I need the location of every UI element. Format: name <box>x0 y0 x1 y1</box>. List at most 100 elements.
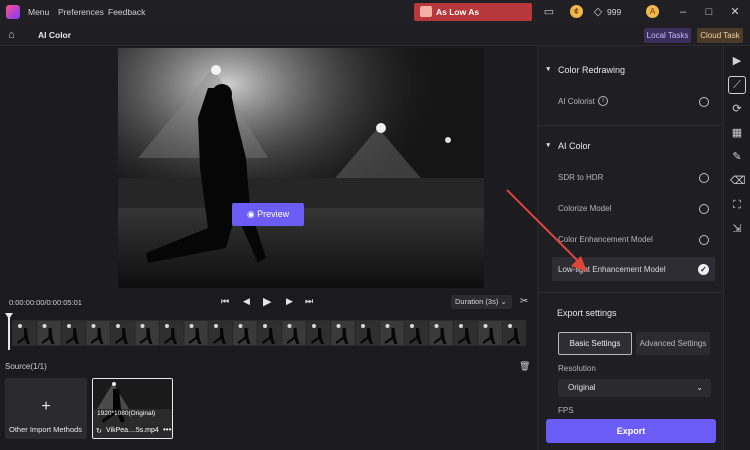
annotation-arrow <box>506 189 587 272</box>
check-icon[interactable]: ✓ <box>698 264 709 275</box>
plus-icon: + <box>41 398 51 415</box>
film-frame-light <box>410 324 414 328</box>
preview-button[interactable]: ◉ Preview <box>232 203 304 226</box>
next-frame-icon[interactable]: ▶ <box>286 296 293 307</box>
chevron-down-icon: ⌄ <box>696 383 703 392</box>
more-icon[interactable]: ••• <box>163 425 171 434</box>
eye-icon: ◉ <box>246 209 258 219</box>
skip-start-icon[interactable]: ⏮ <box>221 296 229 307</box>
resolution-value: Original <box>568 383 596 392</box>
app-logo <box>6 5 20 19</box>
divider <box>538 292 724 293</box>
minimize-icon[interactable]: – <box>677 6 689 18</box>
caret-down-icon[interactable]: ▼ <box>545 142 551 149</box>
export-button[interactable]: Export <box>546 419 716 443</box>
film-frame-light <box>336 324 341 328</box>
film-frame-light <box>263 324 267 328</box>
crop-tool-icon[interactable]: ⛶ <box>730 198 744 212</box>
film-frame-light <box>385 324 390 328</box>
film-frame-light <box>42 324 47 328</box>
menu-item-preferences[interactable]: Preferences <box>58 7 104 17</box>
export-settings-title: Export settings <box>557 308 617 318</box>
refresh-tool-icon[interactable]: ⟳ <box>730 102 744 116</box>
film-frame-light <box>434 324 439 328</box>
export-tool-icon[interactable]: ⇲ <box>730 222 744 236</box>
close-icon[interactable]: ✕ <box>729 6 741 18</box>
promo-banner[interactable]: As Low As $0.031/Credit <box>414 3 532 35</box>
resolution-select[interactable]: Original ⌄ <box>558 379 711 397</box>
import-label: Other Import Methods <box>9 425 82 434</box>
film-frame-light <box>238 324 243 328</box>
caret-down-icon[interactable]: ▼ <box>545 66 551 73</box>
scissors-icon[interactable]: ✂ <box>520 296 528 307</box>
section-ai-color[interactable]: AI Color <box>558 141 591 151</box>
fps-label: FPS <box>558 406 574 415</box>
cloud-task-button[interactable]: Cloud Task <box>697 28 743 43</box>
film-frame-light <box>165 324 169 328</box>
film-frame-light <box>18 324 22 328</box>
film-frame-light <box>91 324 96 328</box>
info-icon[interactable]: i <box>598 96 608 106</box>
film-frame-light <box>140 324 145 328</box>
resolution-label: Resolution <box>558 364 596 373</box>
tab-advanced-settings[interactable]: Advanced Settings <box>636 332 710 355</box>
timecode: 0:00:00:00/0:00:05:01 <box>9 298 82 307</box>
tab-basic-settings[interactable]: Basic Settings <box>558 332 632 355</box>
avatar[interactable]: A <box>646 5 659 18</box>
radio-sdr-to-hdr[interactable] <box>699 173 709 183</box>
tool-sidebar: ▶ ⟋ ⟳ ▦ ✎ ⌫ ⛶ ⇲ <box>723 46 750 450</box>
color-tool-icon[interactable]: ⟋ <box>730 78 744 92</box>
duration-value: Duration (3s) <box>455 297 499 306</box>
film-frame-light <box>508 324 512 328</box>
maximize-icon[interactable]: □ <box>703 6 715 18</box>
playhead-handle[interactable] <box>5 313 13 319</box>
film-frame-light <box>67 324 71 328</box>
home-icon[interactable]: ⌂ <box>8 29 20 41</box>
local-tasks-button[interactable]: Local Tasks <box>644 28 691 43</box>
playhead[interactable] <box>8 314 10 350</box>
gem-count: 999 <box>607 7 622 17</box>
section-color-redrawing[interactable]: Color Redrawing <box>558 65 625 75</box>
skip-end-icon[interactable]: ⏭ <box>305 296 313 307</box>
menu-item-feedback[interactable]: Feedback <box>108 7 145 17</box>
source-label: Source(1/1) <box>5 362 47 371</box>
duration-select[interactable]: Duration (3s) ⌄ <box>451 295 512 309</box>
film-frame-light <box>189 324 194 328</box>
preview-area: ◉ Preview <box>0 46 536 290</box>
film-frame-light <box>483 324 488 328</box>
eraser-tool-icon[interactable]: ⌫ <box>730 174 746 188</box>
grid-tool-icon[interactable]: ▦ <box>730 126 744 140</box>
film-frame-light <box>312 324 316 328</box>
film-strip[interactable] <box>12 320 526 346</box>
import-card[interactable]: + Other Import Methods <box>5 378 87 439</box>
preview-button-label: Preview <box>257 209 290 219</box>
coin-icon[interactable]: ¢ <box>570 5 583 18</box>
film-strip-frames <box>12 320 526 346</box>
radio-color-enhancement[interactable] <box>699 235 709 245</box>
title-bar: Menu Preferences Feedback As Low As $0.0… <box>0 0 750 35</box>
clip-card[interactable]: 1920*1080(Original) ↻ VikPea....5s.mp4 •… <box>92 378 173 439</box>
clip-resolution: 1920*1080(Original) <box>97 410 156 417</box>
video-frame <box>118 48 484 288</box>
clip-name: VikPea....5s.mp4 <box>106 427 159 434</box>
video-scene <box>118 48 484 288</box>
radio-ai-colorist[interactable] <box>699 97 709 107</box>
film-frame-light <box>116 324 120 328</box>
video-enhance-icon[interactable]: ▶ <box>730 54 744 68</box>
film-frame-light <box>287 324 292 328</box>
page-title: AI Color <box>38 30 72 40</box>
play-icon[interactable]: ▶ <box>263 295 271 308</box>
film-frame-light <box>361 324 365 328</box>
chevron-down-icon: ⌄ <box>498 297 507 306</box>
prev-frame-icon[interactable]: ◀ <box>243 296 250 307</box>
timeline-controls: 0:00:00:00/0:00:05:01 ⏮ ◀ ▶ ▶ ⏭ Duration… <box>0 292 536 312</box>
menu-item-menu[interactable]: Menu <box>28 7 49 17</box>
film-frame-light <box>214 324 218 328</box>
radio-colorize-model[interactable] <box>699 204 709 214</box>
film-frame-light <box>459 324 463 328</box>
sub-toolbar: ⌂ AI Color Local Tasks Cloud Task <box>0 24 750 46</box>
trash-icon[interactable]: 🗑 <box>519 361 530 372</box>
edit-tool-icon[interactable]: ✎ <box>730 150 744 164</box>
message-icon[interactable]: ▭ <box>543 6 555 18</box>
gift-icon <box>420 6 432 17</box>
